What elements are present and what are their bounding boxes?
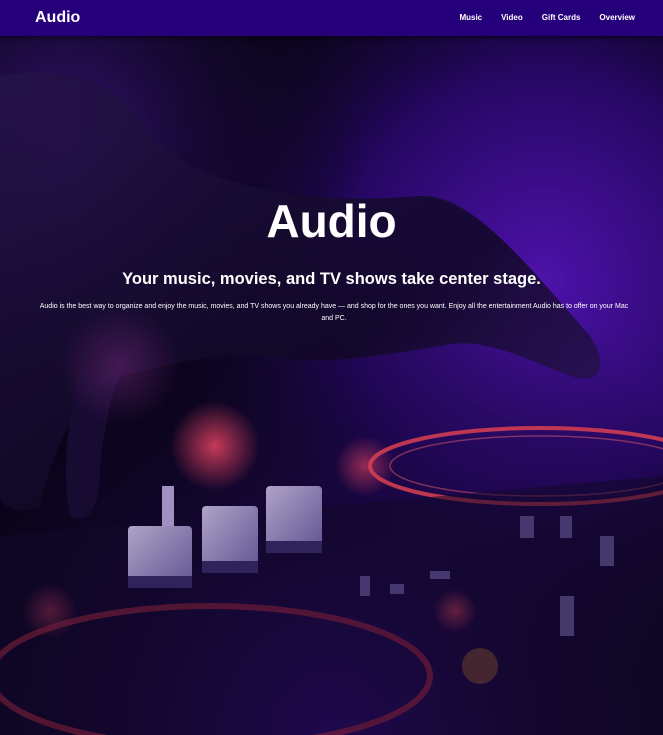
nav-links: Music Video Gift Cards Overview: [440, 12, 635, 24]
nav-link-overview[interactable]: Overview: [599, 12, 635, 24]
nav-link-music[interactable]: Music: [459, 12, 482, 24]
nav-link-gift-cards[interactable]: Gift Cards: [542, 12, 581, 24]
nav-link-video[interactable]: Video: [501, 12, 523, 24]
brand-logo[interactable]: Audio: [35, 8, 80, 28]
hero-description: Audio is the best way to organize and en…: [39, 303, 629, 322]
hero-background-image: [0, 36, 663, 735]
hero-section: Audio Your music, movies, and TV shows t…: [0, 36, 663, 735]
hero-title: Audio: [266, 195, 397, 247]
hero-subtitle: Your music, movies, and TV shows take ce…: [122, 270, 541, 288]
top-navbar: Audio Music Video Gift Cards Overview: [0, 0, 663, 36]
